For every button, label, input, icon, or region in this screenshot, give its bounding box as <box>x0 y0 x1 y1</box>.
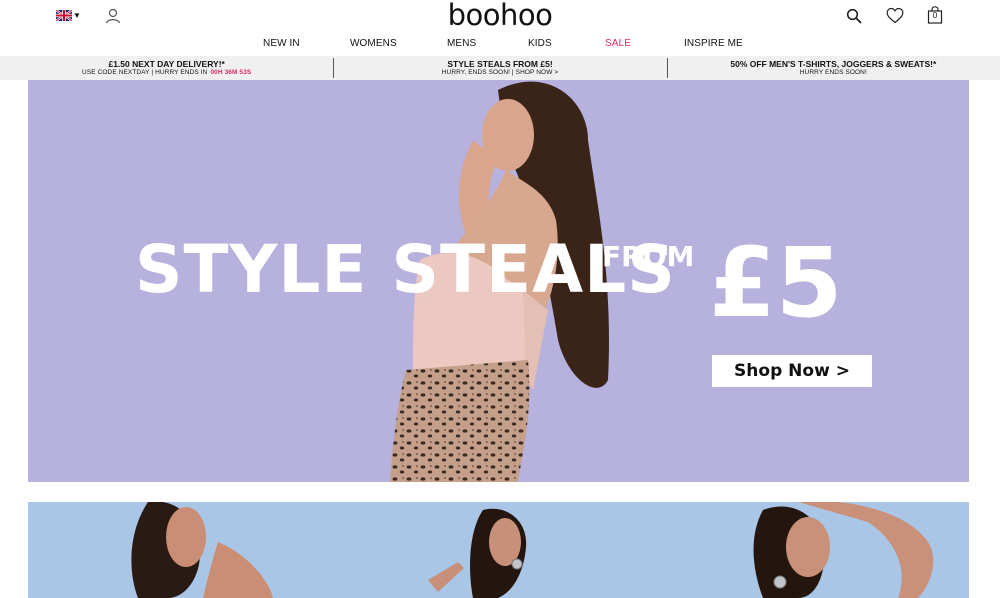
promo-mens-sale[interactable]: 50% OFF MEN'S T-SHIRTS, JOGGERS & SWEATS… <box>666 56 1000 80</box>
nav-item-sale[interactable]: SALE <box>605 38 631 50</box>
site-header: ▼ boohoo 0 NEW IN WOMENS MENS KIDS SALE … <box>0 0 1000 56</box>
promo-title: 50% OFF MEN'S T-SHIRTS, JOGGERS & SWEATS… <box>730 59 937 69</box>
hero-price: £5 <box>709 227 843 339</box>
nav-item-womens[interactable]: WOMENS <box>350 38 397 50</box>
heart-icon[interactable] <box>886 7 904 24</box>
nav-item-inspire-me[interactable]: INSPIRE ME <box>684 38 743 50</box>
promo-subtitle-text: USE CODE NEXTDAY | HURRY ENDS IN <box>82 69 208 76</box>
promo-style-steals[interactable]: STYLE STEALS FROM £5! HURRY, ENDS SOON! … <box>333 56 666 80</box>
promo-delivery[interactable]: £1.50 NEXT DAY DELIVERY!* USE CODE NEXTD… <box>0 56 333 80</box>
secondary-banner[interactable] <box>28 502 969 598</box>
hero-from-label: FROM <box>602 240 695 273</box>
hero-banner[interactable]: STYLE STEALS FROM £5 Shop Now > <box>28 80 969 482</box>
promo-subtitle: HURRY, ENDS SOON! | SHOP NOW > <box>441 69 559 76</box>
search-icon[interactable] <box>846 8 862 24</box>
promo-title: £1.50 NEXT DAY DELIVERY!* <box>108 59 225 69</box>
nav-item-mens[interactable]: MENS <box>447 38 476 50</box>
promo-title: STYLE STEALS FROM £5! <box>447 59 553 69</box>
promo-strip: £1.50 NEXT DAY DELIVERY!* USE CODE NEXTD… <box>0 56 1000 80</box>
nav-item-new-in[interactable]: NEW IN <box>263 38 300 50</box>
countdown-timer: 00H 36M 53S <box>210 69 252 76</box>
promo-subtitle: USE CODE NEXTDAY | HURRY ENDS IN 00H 36M … <box>0 69 333 77</box>
models-image <box>131 502 934 598</box>
bag-count: 0 <box>932 11 938 20</box>
hero-headline: STYLE STEALS <box>135 231 676 308</box>
promo-subtitle: HURRY ENDS SOON! <box>799 69 867 76</box>
shop-now-button[interactable]: Shop Now > <box>712 355 872 387</box>
nav-item-kids[interactable]: KIDS <box>528 38 552 50</box>
main-nav: NEW IN WOMENS MENS KIDS SALE INSPIRE ME <box>0 38 1000 52</box>
